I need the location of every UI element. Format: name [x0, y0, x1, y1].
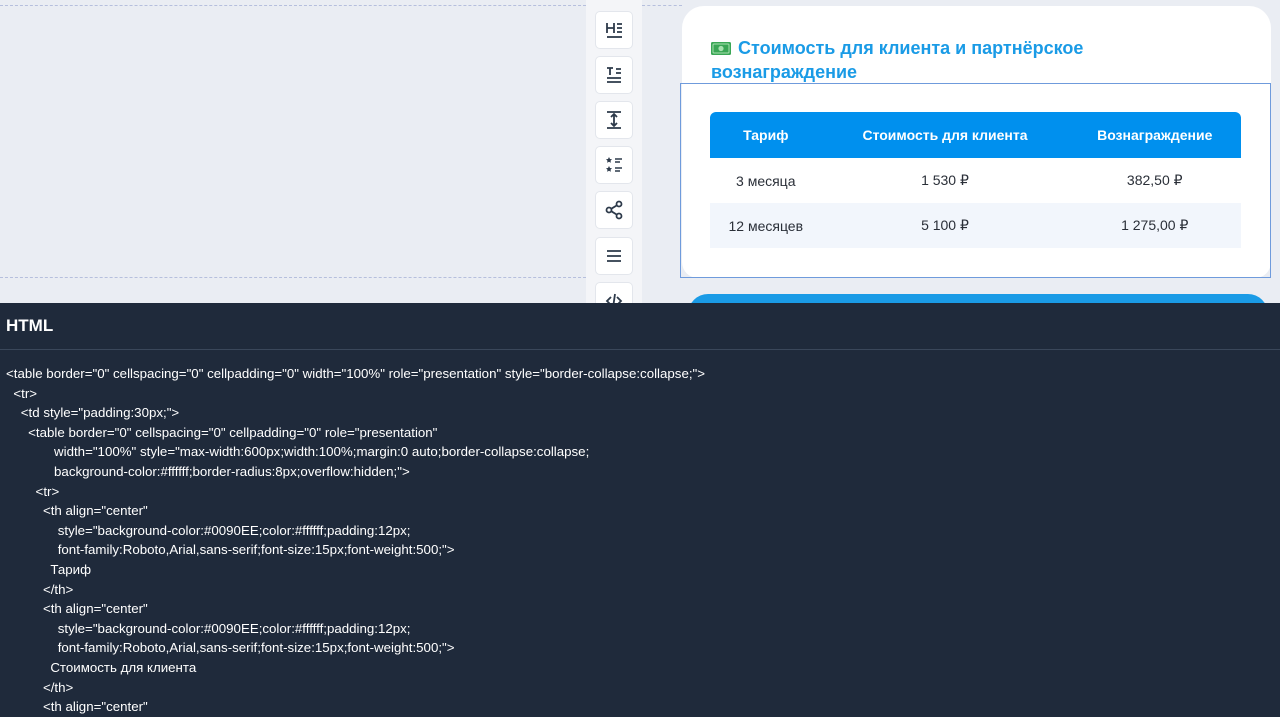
code-line: <th align="center": [6, 601, 148, 617]
code-line: font-family:Roboto,Arial,sans-serif;font…: [6, 640, 455, 656]
block-toolbar: [586, 0, 642, 320]
text-tool-button[interactable]: [595, 56, 633, 94]
code-line: Стоимость для клиента: [6, 659, 197, 675]
menu-tool-button[interactable]: [595, 237, 633, 275]
code-panel-title: HTML: [0, 303, 1280, 350]
block-title: Стоимость для клиента и партнёрское возн…: [711, 36, 1131, 84]
guide-line: [0, 5, 586, 6]
code-line: font-family:Roboto,Arial,sans-serif;font…: [6, 542, 455, 558]
header-reward: Вознаграждение: [1068, 112, 1241, 158]
code-line: </th>: [6, 679, 74, 695]
code-line: Тариф: [6, 561, 92, 577]
code-line: <tr>: [6, 385, 38, 401]
guide-line: [642, 5, 682, 6]
code-line: width="100%" style="max-width:600px;widt…: [6, 444, 590, 460]
table-row: 3 месяца 1 530 ₽ 382,50 ₽: [710, 158, 1241, 203]
code-line: <table border="0" cellspacing="0" cellpa…: [6, 424, 438, 440]
code-line: </th>: [6, 581, 74, 597]
spacer-icon: [607, 111, 621, 129]
heading-icon: [606, 23, 622, 38]
code-line: <th align="center": [6, 503, 148, 519]
cell-reward: 382,50 ₽: [1126, 172, 1183, 188]
header-tariff: Тариф: [710, 112, 822, 158]
code-line: <th align="center": [6, 699, 148, 715]
code-line: style="background-color:#0090EE;color:#f…: [6, 620, 411, 636]
table-header-row: Тариф Стоимость для клиента Вознагражден…: [710, 112, 1241, 158]
cell-tariff: 3 месяца: [736, 172, 796, 189]
html-code-panel: HTML <table border="0" cellspacing="0" c…: [0, 303, 1280, 717]
share-tool-button[interactable]: [595, 191, 633, 229]
code-line: style="background-color:#0090EE;color:#f…: [6, 522, 411, 538]
header-client-cost: Стоимость для клиента: [821, 112, 1069, 158]
share-icon: [605, 200, 623, 220]
rating-list-tool-button[interactable]: [595, 146, 633, 184]
code-line: <table border="0" cellspacing="0" cellpa…: [6, 366, 706, 381]
rating-list-icon: [606, 157, 622, 172]
cell-client-cost: 5 100 ₽: [821, 203, 1069, 248]
pricing-table[interactable]: Тариф Стоимость для клиента Вознагражден…: [710, 112, 1241, 248]
money-icon: [711, 42, 731, 55]
html-code-editor[interactable]: <table border="0" cellspacing="0" cellpa…: [0, 350, 1280, 717]
cell-tariff: 12 месяцев: [710, 203, 822, 248]
code-line: background-color:#ffffff;border-radius:8…: [6, 463, 410, 479]
text-block-icon: [607, 67, 621, 83]
cell-client-cost: 1 530 ₽: [921, 172, 969, 188]
cell-reward: 1 275,00 ₽: [1068, 203, 1241, 248]
table-row: 12 месяцев 5 100 ₽ 1 275,00 ₽: [710, 203, 1241, 248]
code-line: <tr>: [6, 483, 60, 499]
heading-tool-button[interactable]: [595, 11, 633, 49]
guide-line: [0, 277, 586, 278]
code-line: <td style="padding:30px;">: [6, 405, 180, 421]
block-title-text: Стоимость для клиента и партнёрское возн…: [711, 38, 1084, 82]
menu-icon: [607, 250, 621, 262]
spacer-tool-button[interactable]: [595, 101, 633, 139]
